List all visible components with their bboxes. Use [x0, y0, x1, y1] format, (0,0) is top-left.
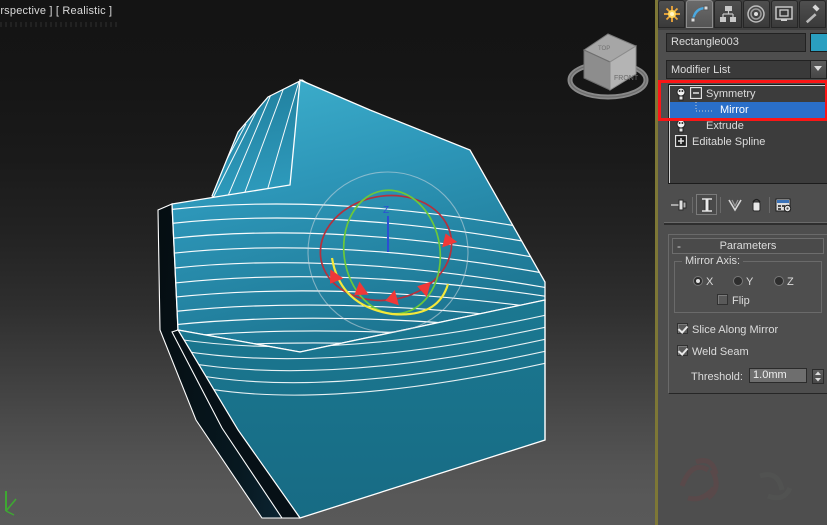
- object-color-swatch[interactable]: [810, 33, 827, 52]
- toolbar-separator: [720, 196, 721, 213]
- radio-axis-x[interactable]: X: [693, 276, 713, 288]
- modifier-stack-toolbar: [668, 193, 827, 216]
- stack-item-label: Extrude: [706, 120, 744, 132]
- configure-sets-button[interactable]: [773, 194, 794, 215]
- checkbox-icon: [677, 323, 688, 334]
- radio-axis-y[interactable]: Y: [733, 276, 753, 288]
- lightbulb-icon[interactable]: [674, 87, 688, 101]
- viewcube[interactable]: TOP FRONT: [562, 20, 654, 102]
- radio-dot-icon: [774, 276, 784, 286]
- toolbar-divider: [664, 222, 827, 225]
- gizmo-z-label: Z: [383, 205, 389, 216]
- mesh-object[interactable]: Z: [0, 0, 655, 525]
- weld-seam-checkbox[interactable]: Weld Seam: [677, 345, 749, 358]
- modifier-list-label: Modifier List: [671, 64, 731, 76]
- modify-tab[interactable]: [686, 0, 714, 28]
- hammer-icon: [806, 4, 820, 24]
- stack-item-label: Mirror: [720, 104, 749, 116]
- display-tab[interactable]: [770, 0, 798, 28]
- pin-stack-button[interactable]: [668, 194, 689, 215]
- make-unique-button[interactable]: [724, 194, 745, 215]
- monitor-icon: [775, 6, 793, 21]
- configure-icon: [775, 198, 792, 212]
- viewport[interactable]: erspective ] [ Realistic ] Z TOP FRONT: [0, 0, 655, 525]
- threshold-label: Threshold:: [691, 371, 743, 383]
- stack-item-label: Editable Spline: [692, 136, 766, 148]
- trash-icon: [751, 198, 761, 211]
- viewport-label[interactable]: erspective ] [ Realistic ]: [0, 5, 112, 17]
- radio-dot-icon: [733, 276, 743, 286]
- viewcube-front-label: FRONT: [614, 75, 639, 82]
- pin-icon: [670, 199, 686, 210]
- plus-box-icon[interactable]: [674, 134, 689, 149]
- object-name-row: Rectangle003: [666, 33, 827, 52]
- make-unique-icon: [727, 199, 742, 212]
- mirror-axis-group: Mirror Axis: X Y Z Flip: [674, 255, 822, 313]
- stack-item-extrude[interactable]: Extrude: [670, 118, 827, 134]
- flip-checkbox[interactable]: Flip: [717, 294, 750, 307]
- create-tab[interactable]: [658, 0, 686, 28]
- collapse-toggle-icon[interactable]: -: [677, 239, 681, 253]
- radio-axis-y-label: Y: [746, 276, 754, 288]
- radio-dot-icon: [693, 276, 703, 286]
- stack-item-symmetry[interactable]: Symmetry: [670, 86, 827, 102]
- radio-axis-z-label: Z: [787, 276, 794, 288]
- utilities-tab[interactable]: [798, 0, 827, 28]
- threshold-row: Threshold: 1.0mm: [691, 368, 825, 384]
- hierarchy-icon: [719, 6, 736, 22]
- tree-connector-icon: [695, 102, 714, 112]
- viewcube-top-label: TOP: [598, 46, 610, 52]
- panel-watermark: [668, 440, 818, 520]
- motion-tab[interactable]: [742, 0, 770, 28]
- threshold-input[interactable]: 1.0mm: [749, 368, 808, 383]
- stack-item-mirror[interactable]: Mirror: [670, 102, 827, 118]
- flip-label: Flip: [732, 295, 750, 307]
- stack-item-editable-spline[interactable]: Editable Spline: [670, 134, 827, 150]
- show-end-result-button[interactable]: [696, 194, 717, 215]
- checkbox-icon: [717, 294, 728, 305]
- parameters-rollout: - Parameters Mirror Axis: X Y Z Flip Sli…: [668, 234, 827, 394]
- curve-icon: [690, 5, 709, 23]
- axis-tripod-icon: [2, 477, 42, 517]
- hierarchy-tab[interactable]: [714, 0, 742, 28]
- toolbar-separator: [769, 196, 770, 213]
- toolbar-separator: [692, 196, 693, 213]
- checkbox-icon: [677, 345, 688, 356]
- motion-icon: [747, 5, 765, 23]
- radio-axis-x-label: X: [706, 276, 714, 288]
- command-panel: Rectangle003 Modifier List Symmetry Mirr…: [658, 0, 827, 525]
- radio-axis-z[interactable]: Z: [774, 276, 794, 288]
- parameters-title: Parameters: [719, 240, 777, 252]
- panel-divider[interactable]: [655, 0, 658, 525]
- stack-item-label: Symmetry: [706, 88, 756, 100]
- modifier-list-dropdown[interactable]: Modifier List: [666, 60, 827, 79]
- slice-along-mirror-label: Slice Along Mirror: [692, 324, 779, 336]
- lightbulb-icon[interactable]: [674, 119, 688, 133]
- show-result-icon: [701, 197, 712, 212]
- remove-modifier-button[interactable]: [745, 194, 766, 215]
- mesh-svg: Z: [157, 79, 546, 519]
- threshold-spinner[interactable]: [812, 369, 825, 384]
- modifier-stack[interactable]: Symmetry Mirror Extrude Editable Spline: [668, 84, 827, 184]
- minus-box-icon[interactable]: [689, 86, 704, 101]
- chevron-down-icon[interactable]: [810, 61, 826, 78]
- weld-seam-label: Weld Seam: [692, 346, 749, 358]
- object-name-field[interactable]: Rectangle003: [666, 33, 806, 52]
- command-panel-tabs: [658, 0, 827, 30]
- slice-along-mirror-checkbox[interactable]: Slice Along Mirror: [677, 323, 778, 336]
- mirror-axis-title: Mirror Axis:: [682, 255, 743, 267]
- parameters-header[interactable]: - Parameters: [672, 238, 824, 254]
- star-icon: [663, 6, 680, 22]
